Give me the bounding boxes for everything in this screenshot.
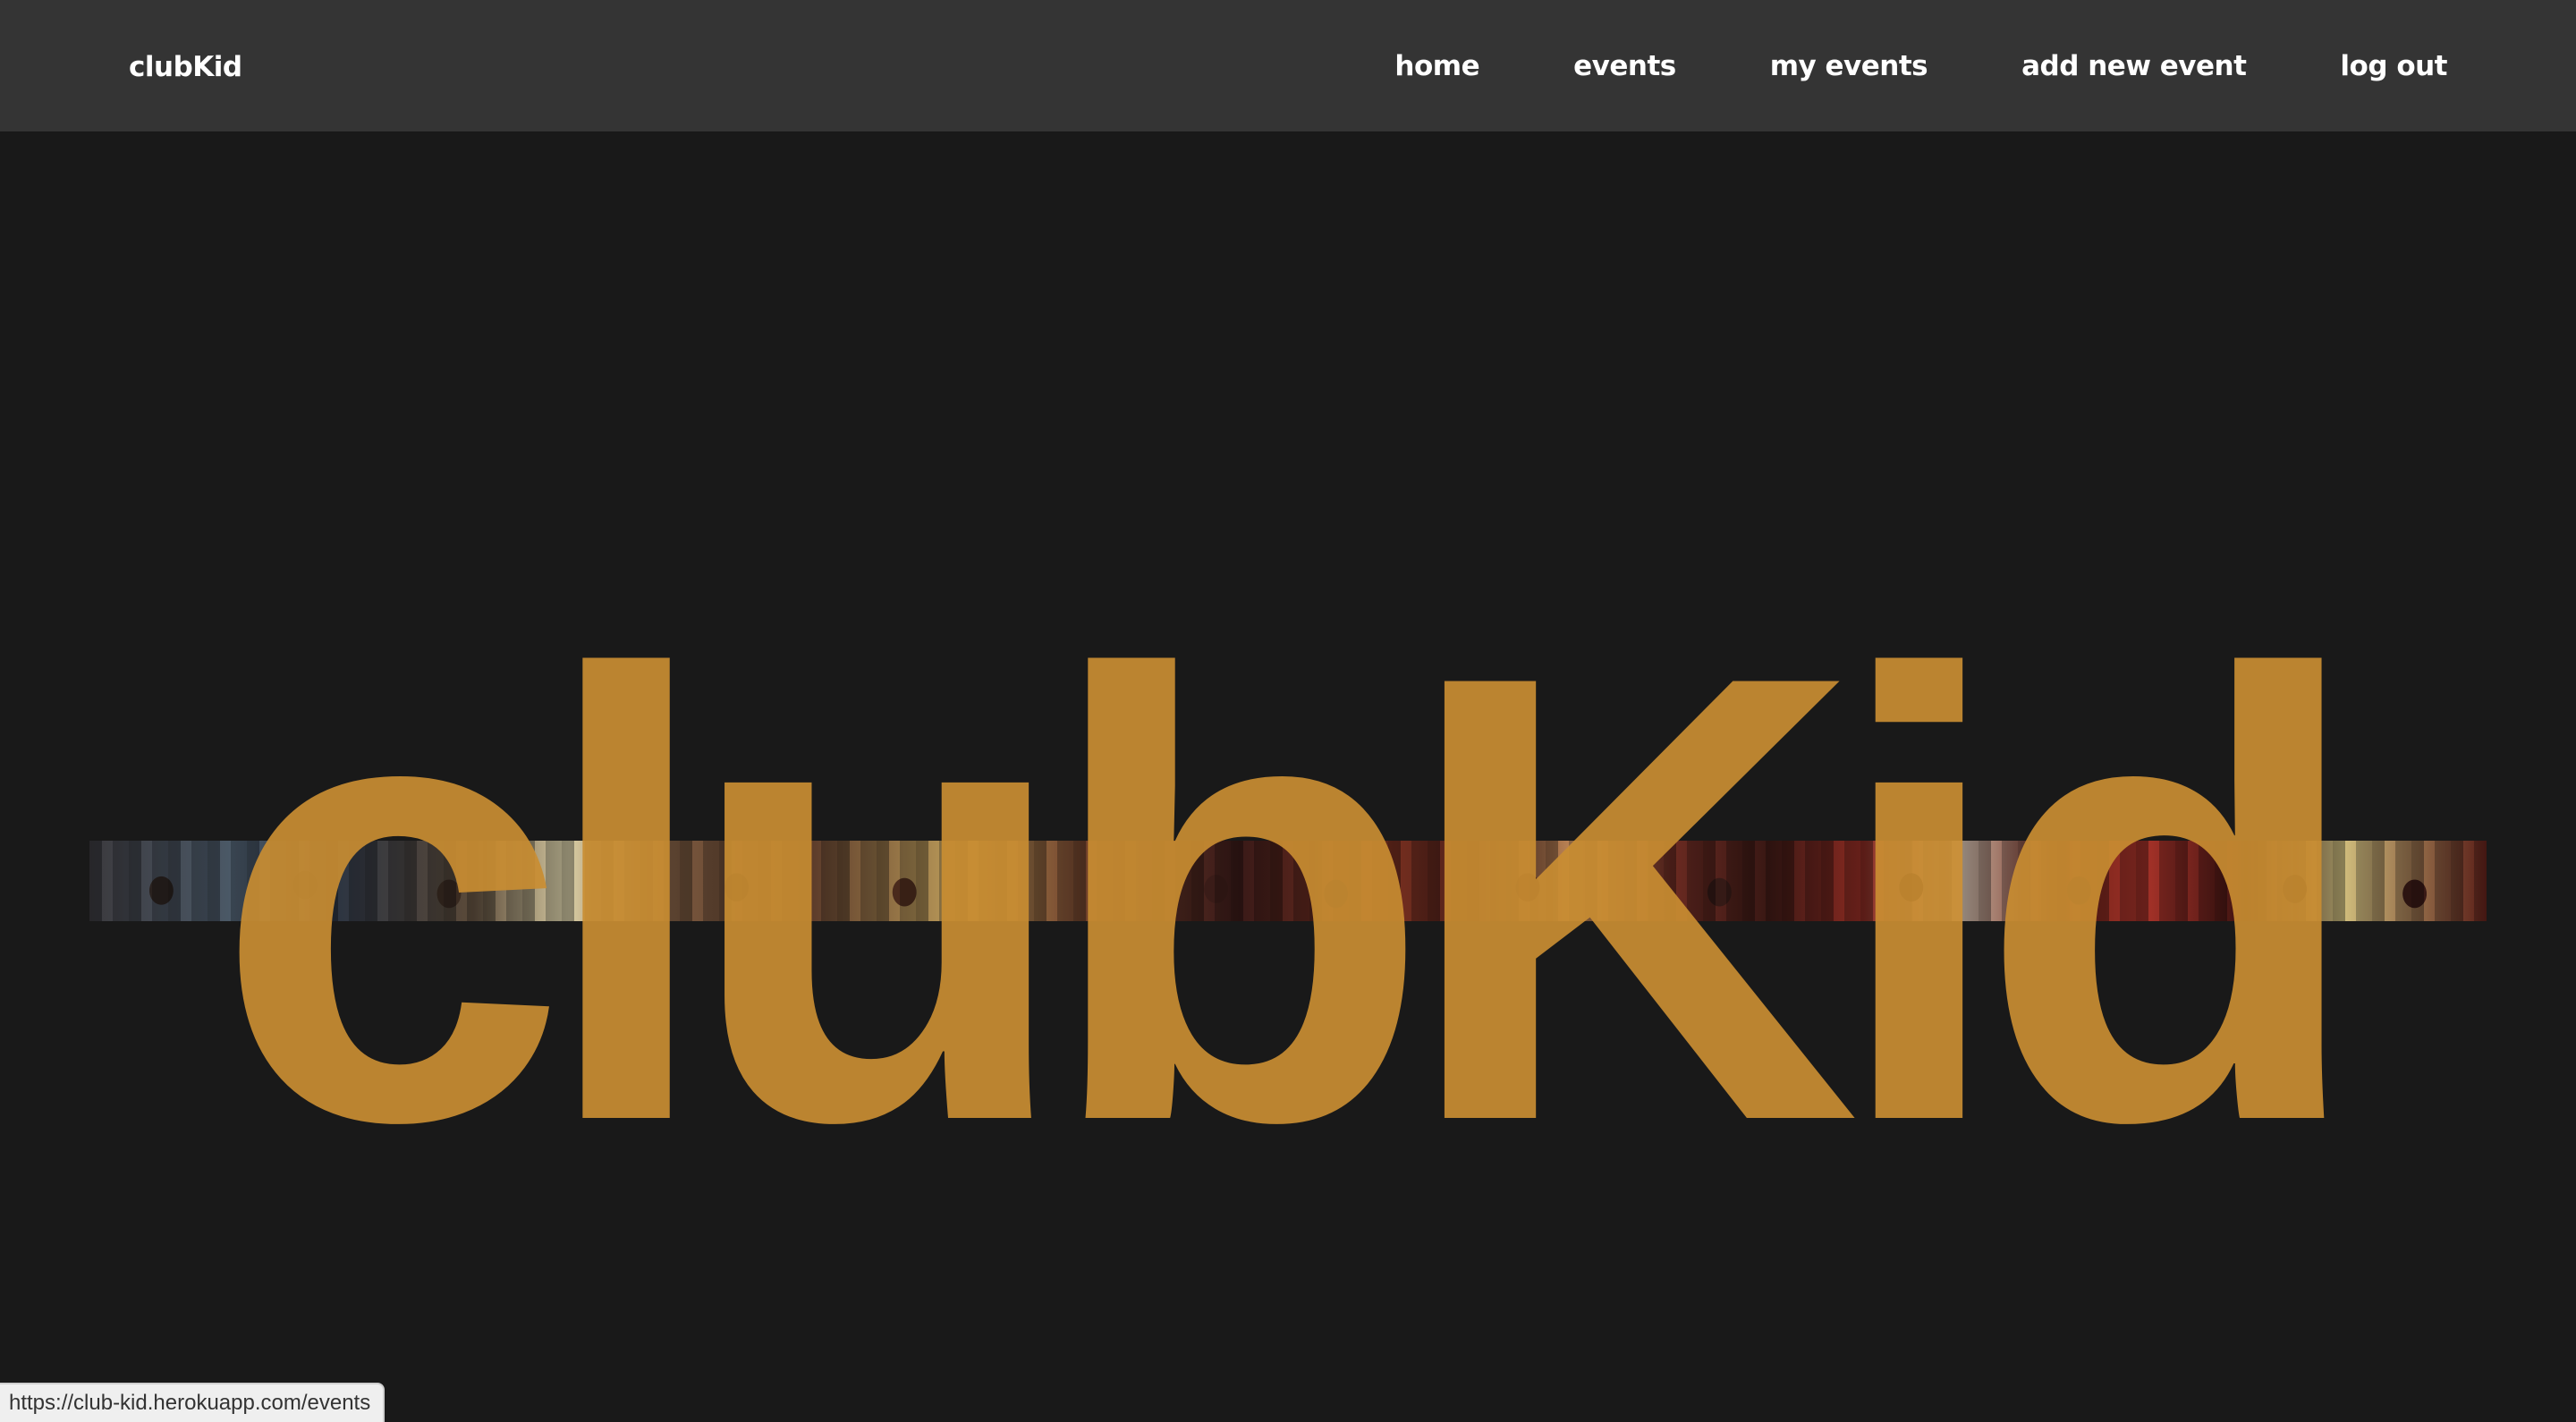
status-bar-url: https://club-kid.herokuapp.com/events — [0, 1383, 386, 1422]
brand-logo-link[interactable]: clubKid — [129, 0, 242, 131]
nav-log-out-link[interactable]: log out — [2340, 50, 2447, 82]
nav-events-link[interactable]: events — [1573, 50, 1676, 82]
nav-add-new-event-link[interactable]: add new event — [2021, 50, 2247, 82]
hero-title: clubKid — [214, 544, 2366, 1253]
nav-my-events-link[interactable]: my events — [1770, 50, 1928, 82]
nav-links: home events my events add new event log … — [1394, 0, 2447, 131]
top-navbar: clubKid home events my events add new ev… — [0, 0, 2576, 131]
nav-home-link[interactable]: home — [1394, 50, 1479, 82]
hero-section: clubKid — [0, 131, 2576, 1422]
